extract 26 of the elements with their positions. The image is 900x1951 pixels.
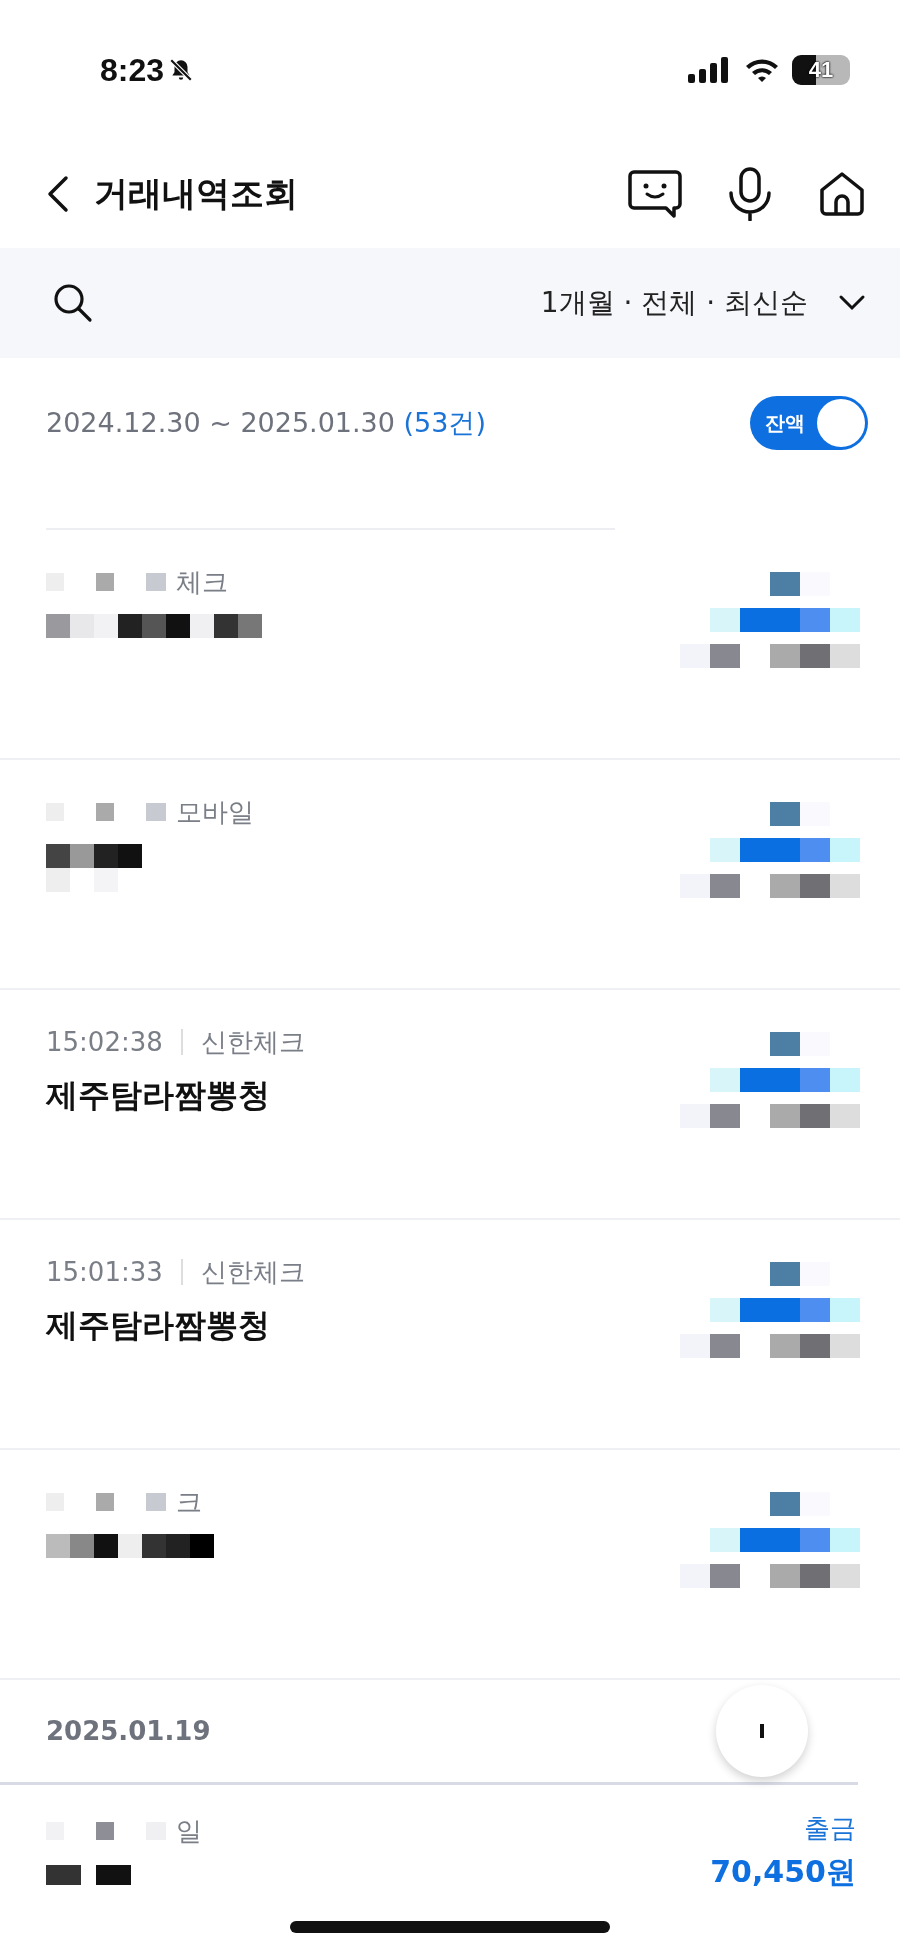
transaction-time: 15:02:38 (46, 1027, 163, 1057)
transaction-amount: 70,450원 (710, 1853, 856, 1891)
card-name: 신한체크 (200, 1255, 305, 1289)
bell-muted-icon (168, 57, 195, 83)
page-title: 거래내역조회 (94, 172, 298, 215)
chevron-down-icon[interactable] (838, 294, 866, 312)
card-name-fragment: 일 (176, 1814, 202, 1848)
card-name-fragment: 체크 (176, 565, 228, 599)
transaction-time: 15:01:33 (46, 1257, 163, 1287)
filter-bar[interactable]: 1개월 · 전체 · 최신순 (0, 248, 900, 358)
merchant-name[interactable]: 제주탐라짬뽕청 (46, 1304, 305, 1348)
card-name-fragment: 크 (176, 1485, 202, 1519)
filter-summary[interactable]: 1개월 · 전체 · 최신순 (540, 284, 808, 322)
microphone-icon[interactable] (726, 167, 774, 221)
card-name-fragment: 모바일 (176, 795, 254, 829)
wifi-icon (744, 57, 780, 83)
card-name: 신한체크 (200, 1025, 305, 1059)
date-heading: 2025.01.19 (46, 1716, 211, 1746)
date-range: 2024.12.30 ~ 2025.01.30 (53건) (46, 406, 486, 440)
chat-bubble-icon[interactable] (628, 168, 682, 220)
status-time: 8:23 (100, 51, 165, 89)
home-icon[interactable] (818, 170, 866, 218)
merchant-name[interactable]: 제주탐라짬뽕청 (46, 1074, 305, 1118)
search-icon[interactable] (52, 282, 94, 324)
transaction-type: 출금 (804, 1812, 856, 1845)
balance-toggle[interactable]: 잔액 (750, 396, 868, 450)
